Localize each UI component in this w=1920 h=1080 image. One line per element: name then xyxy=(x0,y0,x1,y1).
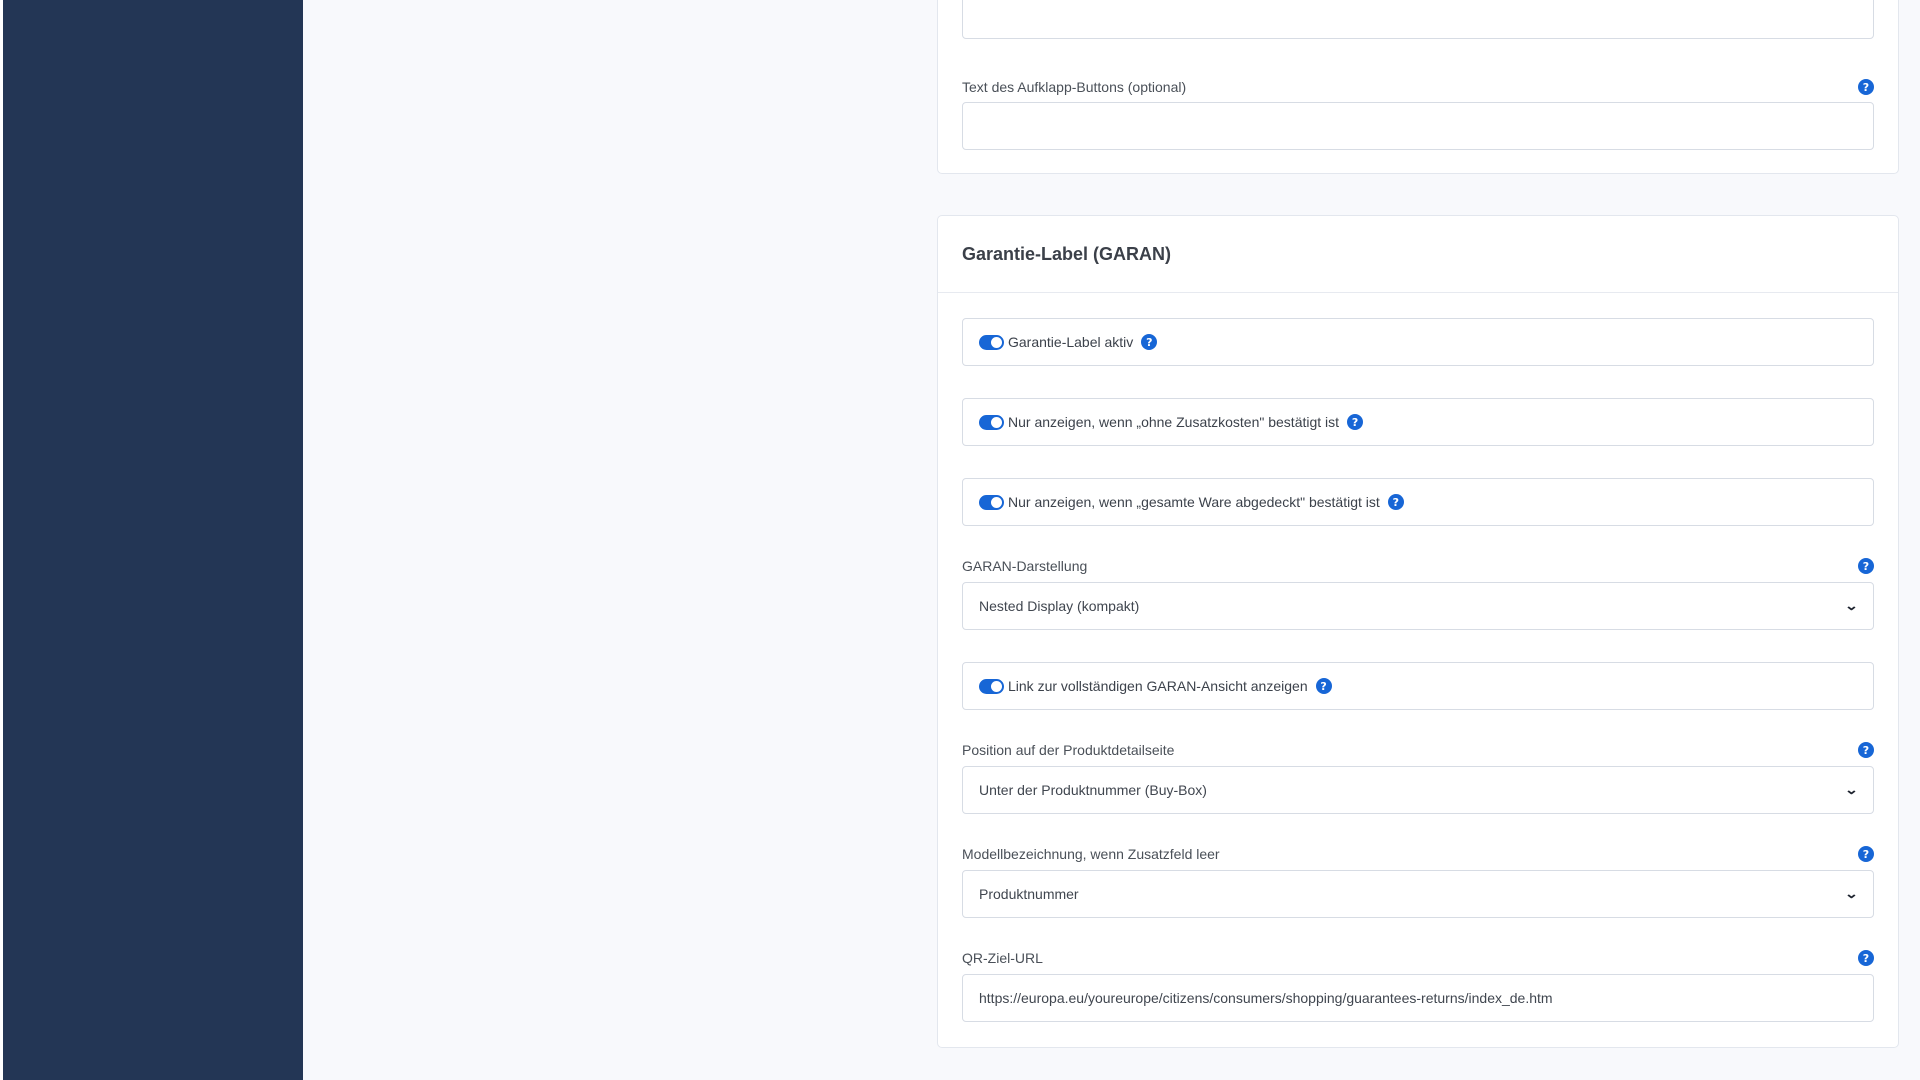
position-select[interactable]: Unter der Produktnummer (Buy-Box) ⌄ xyxy=(962,766,1874,814)
position-label: Position auf der Produktdetailseite xyxy=(962,742,1175,758)
help-icon[interactable]: ? xyxy=(1387,494,1404,510)
collapsible-settings-card: Text des Aufklapp-Buttons (optional) ? xyxy=(937,0,1899,174)
help-icon[interactable]: ? xyxy=(1315,678,1332,694)
help-icon[interactable]: ? xyxy=(1858,558,1874,574)
help-icon[interactable]: ? xyxy=(1858,950,1874,966)
chevron-down-icon: ⌄ xyxy=(1844,782,1859,797)
help-icon[interactable]: ? xyxy=(1347,414,1364,430)
help-icon[interactable]: ? xyxy=(1858,846,1874,862)
model-label: Modellbezeichnung, wenn Zusatzfeld leer xyxy=(962,846,1220,862)
qr-url-input[interactable]: https://europa.eu/youreurope/citizens/co… xyxy=(962,974,1874,1022)
button-text-label-row: Text des Aufklapp-Buttons (optional) ? xyxy=(962,78,1874,96)
model-select-value: Produktnummer xyxy=(979,886,1079,902)
card-title: Garantie-Label (GARAN) xyxy=(962,243,1172,264)
toggle-switch[interactable] xyxy=(979,494,1004,510)
display-label: GARAN-Darstellung xyxy=(962,558,1088,574)
toggle-garan-active[interactable]: Garantie-Label aktiv ? xyxy=(962,318,1874,366)
toggle-switch[interactable] xyxy=(979,334,1004,350)
toggle-label: Link zur vollständigen GARAN-Ansicht anz… xyxy=(1008,678,1308,694)
toggle-label: Garantie-Label aktiv xyxy=(1008,334,1134,350)
button-text-label: Text des Aufklapp-Buttons (optional) xyxy=(962,79,1187,95)
model-label-row: Modellbezeichnung, wenn Zusatzfeld leer … xyxy=(962,845,1874,863)
chevron-down-icon: ⌄ xyxy=(1844,598,1859,613)
display-select-value: Nested Display (kompakt) xyxy=(979,598,1140,614)
qr-label-row: QR-Ziel-URL ? xyxy=(962,949,1874,967)
toggle-no-extra-cost[interactable]: Nur anzeigen, wenn „ohne Zusatzkosten" b… xyxy=(962,398,1874,446)
help-icon[interactable]: ? xyxy=(1858,742,1874,758)
help-icon[interactable]: ? xyxy=(1141,334,1158,350)
position-select-value: Unter der Produktnummer (Buy-Box) xyxy=(979,782,1207,798)
toggle-label: Nur anzeigen, wenn „ohne Zusatzkosten" b… xyxy=(1008,414,1340,430)
chevron-down-icon: ⌄ xyxy=(1844,886,1859,901)
toggle-switch[interactable] xyxy=(979,678,1004,694)
garan-card: Garantie-Label (GARAN) Garantie-Label ak… xyxy=(937,215,1899,1048)
model-select[interactable]: Produktnummer ⌄ xyxy=(962,870,1874,918)
previous-text-field[interactable] xyxy=(962,0,1874,39)
button-text-input[interactable] xyxy=(962,102,1874,150)
main-content: Text des Aufklapp-Buttons (optional) ? G… xyxy=(303,0,1920,1080)
toggle-switch[interactable] xyxy=(979,414,1004,430)
display-label-row: GARAN-Darstellung ? xyxy=(962,557,1874,575)
help-icon[interactable]: ? xyxy=(1858,79,1874,95)
position-label-row: Position auf der Produktdetailseite ? xyxy=(962,741,1874,759)
card-header: Garantie-Label (GARAN) xyxy=(938,216,1898,293)
toggle-label: Nur anzeigen, wenn „gesamte Ware abgedec… xyxy=(1008,494,1380,510)
toggle-all-goods-covered[interactable]: Nur anzeigen, wenn „gesamte Ware abgedec… xyxy=(962,478,1874,526)
qr-label: QR-Ziel-URL xyxy=(962,950,1043,966)
toggle-full-view-link[interactable]: Link zur vollständigen GARAN-Ansicht anz… xyxy=(962,662,1874,710)
display-select[interactable]: Nested Display (kompakt) ⌄ xyxy=(962,582,1874,630)
sidebar xyxy=(3,0,303,1080)
